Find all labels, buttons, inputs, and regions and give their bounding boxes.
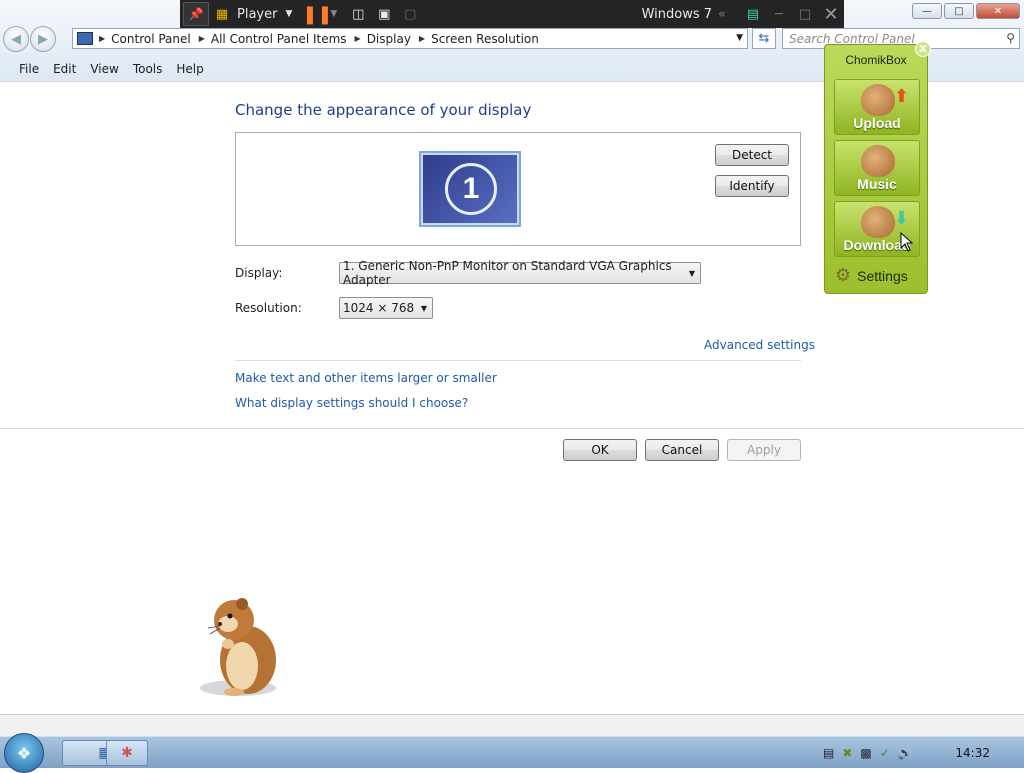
player-icon: ▦ bbox=[215, 6, 229, 22]
minimize-icon[interactable]: ─ bbox=[766, 2, 792, 26]
cancel-button[interactable]: Cancel bbox=[645, 439, 719, 461]
minimize-button[interactable]: — bbox=[912, 3, 942, 19]
maximize-button[interactable]: □ bbox=[944, 3, 974, 19]
player-mode-label[interactable]: Player bbox=[237, 7, 277, 22]
hamster-icon bbox=[861, 206, 895, 238]
recorder-toolbar: 📌 ▦ Player ▼ ❚❚ ▼ ◫ ▣ ▢ Windows 7 « ▤ ─ … bbox=[180, 0, 844, 28]
close-icon[interactable]: ✕ bbox=[818, 2, 844, 26]
chevron-down-icon[interactable]: ▼ bbox=[736, 33, 743, 43]
search-icon[interactable]: ⚲ bbox=[1006, 31, 1015, 45]
display-preview: 1 Detect Identify bbox=[235, 132, 801, 246]
music-label: Music bbox=[857, 176, 897, 192]
monitor-number: 1 bbox=[445, 163, 497, 215]
start-button[interactable]: ❖ bbox=[4, 733, 44, 773]
monitor-icon[interactable]: 1 bbox=[419, 151, 521, 227]
notes-icon[interactable]: ▤ bbox=[740, 2, 766, 26]
forward-button[interactable]: ▶ bbox=[30, 26, 56, 52]
menu-edit[interactable]: Edit bbox=[46, 62, 83, 76]
chevron-down-icon: ▼ bbox=[420, 304, 427, 313]
action-center-icon[interactable]: ✓ bbox=[880, 746, 890, 760]
window-mode-icon[interactable]: ◫ bbox=[345, 2, 371, 26]
resolution-label: Resolution: bbox=[235, 301, 302, 315]
chomikbox-tray-icon[interactable]: ✖ bbox=[842, 746, 852, 760]
display-label: Display: bbox=[235, 266, 283, 280]
chomikbox-settings[interactable]: ⚙ Settings bbox=[835, 265, 908, 286]
menu-help[interactable]: Help bbox=[169, 62, 210, 76]
hamster-mascot-icon bbox=[200, 598, 276, 696]
fullscreen-icon[interactable]: ▣ bbox=[371, 2, 397, 26]
menu-file[interactable]: File bbox=[12, 62, 46, 76]
gear-icon: ⚙ bbox=[835, 265, 852, 285]
maximize-icon[interactable]: □ bbox=[792, 2, 818, 26]
document-icon[interactable]: ▤ bbox=[823, 746, 834, 760]
breadcrumb-display[interactable]: Display bbox=[367, 32, 411, 46]
taskbar-chomikbox[interactable]: ✱ bbox=[106, 740, 148, 766]
upload-label: Upload bbox=[853, 115, 901, 131]
mouse-cursor-icon bbox=[900, 232, 914, 252]
breadcrumb-arrow-icon: ▶ bbox=[354, 34, 361, 43]
apply-button[interactable]: Apply bbox=[727, 439, 801, 461]
back-arrow-icon: ◀ bbox=[11, 31, 21, 47]
breadcrumb-all-items[interactable]: All Control Panel Items bbox=[211, 32, 347, 46]
divider bbox=[235, 360, 801, 361]
resolution-select-value: 1024 × 768 bbox=[343, 301, 415, 315]
os-label: Windows 7 bbox=[641, 6, 713, 22]
detect-button[interactable]: Detect bbox=[715, 144, 789, 166]
clock[interactable]: 14:32 bbox=[955, 746, 990, 760]
address-bar[interactable]: ▶ Control Panel ▶ All Control Panel Item… bbox=[72, 28, 748, 49]
download-arrow-icon: ⬇ bbox=[893, 208, 909, 229]
hamster-icon bbox=[861, 84, 895, 116]
breadcrumb-arrow-icon: ▶ bbox=[99, 34, 106, 43]
close-window-button[interactable]: ✕ bbox=[976, 3, 1020, 19]
forward-arrow-icon: ▶ bbox=[38, 31, 48, 47]
settings-label: Settings bbox=[857, 267, 908, 284]
breadcrumb-arrow-icon: ▶ bbox=[418, 34, 426, 43]
upload-arrow-icon: ⬆ bbox=[893, 86, 909, 107]
pause-icon[interactable]: ❚❚ bbox=[302, 2, 332, 26]
chomikbox-close-button[interactable]: X bbox=[915, 41, 931, 57]
volume-icon[interactable]: 🔊 bbox=[898, 746, 913, 760]
refresh-button[interactable]: ⇆ bbox=[752, 28, 776, 49]
display-select[interactable]: 1. Generic Non-PnP Monitor on Standard V… bbox=[339, 259, 701, 287]
upload-button[interactable]: ⬆ Upload bbox=[834, 79, 920, 135]
display-help-link[interactable]: What display settings should I choose? bbox=[235, 396, 468, 410]
chomikbox-widget: ChomikBox X ⬆ Upload Music ⬇ Download ⚙ … bbox=[824, 41, 931, 294]
breadcrumb-screen-resolution[interactable]: Screen Resolution bbox=[431, 32, 539, 46]
page-title: Change the appearance of your display bbox=[235, 101, 532, 119]
windows-logo-icon: ❖ bbox=[16, 743, 32, 763]
window-controls: — □ ✕ bbox=[912, 3, 1020, 19]
advanced-settings-link[interactable]: Advanced settings bbox=[704, 338, 815, 352]
chevron-down-icon[interactable]: ▼ bbox=[285, 9, 292, 19]
menu-view[interactable]: View bbox=[83, 62, 125, 76]
network-icon[interactable]: ▩ bbox=[860, 746, 871, 760]
back-button[interactable]: ◀ bbox=[3, 26, 29, 52]
menu-tools[interactable]: Tools bbox=[126, 62, 170, 76]
chomikbox-title: ChomikBox bbox=[845, 53, 907, 67]
identify-button[interactable]: Identify bbox=[715, 175, 789, 197]
divider bbox=[0, 428, 1024, 429]
refresh-icon: ⇆ bbox=[758, 31, 770, 46]
collapse-icon[interactable]: « bbox=[718, 7, 726, 22]
chevron-down-icon: ▼ bbox=[688, 269, 695, 278]
taskbar: ❖ ▦ ✱ ▤ ✖ ▩ ✓ 🔊 14:32 bbox=[0, 733, 1024, 773]
hamster-icon: ✱ bbox=[121, 745, 133, 761]
music-button[interactable]: Music bbox=[834, 140, 920, 196]
status-strip bbox=[0, 714, 1024, 736]
breadcrumb-control-panel[interactable]: Control Panel bbox=[111, 32, 191, 46]
ok-button[interactable]: OK bbox=[563, 439, 637, 461]
region-icon[interactable]: ▢ bbox=[397, 2, 423, 26]
system-tray: ▤ ✖ ▩ ✓ 🔊 bbox=[815, 737, 1024, 769]
text-size-link[interactable]: Make text and other items larger or smal… bbox=[235, 371, 497, 385]
pin-icon[interactable]: 📌 bbox=[183, 2, 209, 26]
display-select-value: 1. Generic Non-PnP Monitor on Standard V… bbox=[343, 259, 672, 287]
chevron-down-icon[interactable]: ▼ bbox=[330, 9, 337, 19]
breadcrumb-arrow-icon: ▶ bbox=[198, 34, 205, 43]
control-panel-icon bbox=[77, 32, 93, 45]
hamster-headphones-icon bbox=[861, 145, 895, 177]
resolution-select[interactable]: 1024 × 768 ▼ bbox=[339, 297, 433, 319]
